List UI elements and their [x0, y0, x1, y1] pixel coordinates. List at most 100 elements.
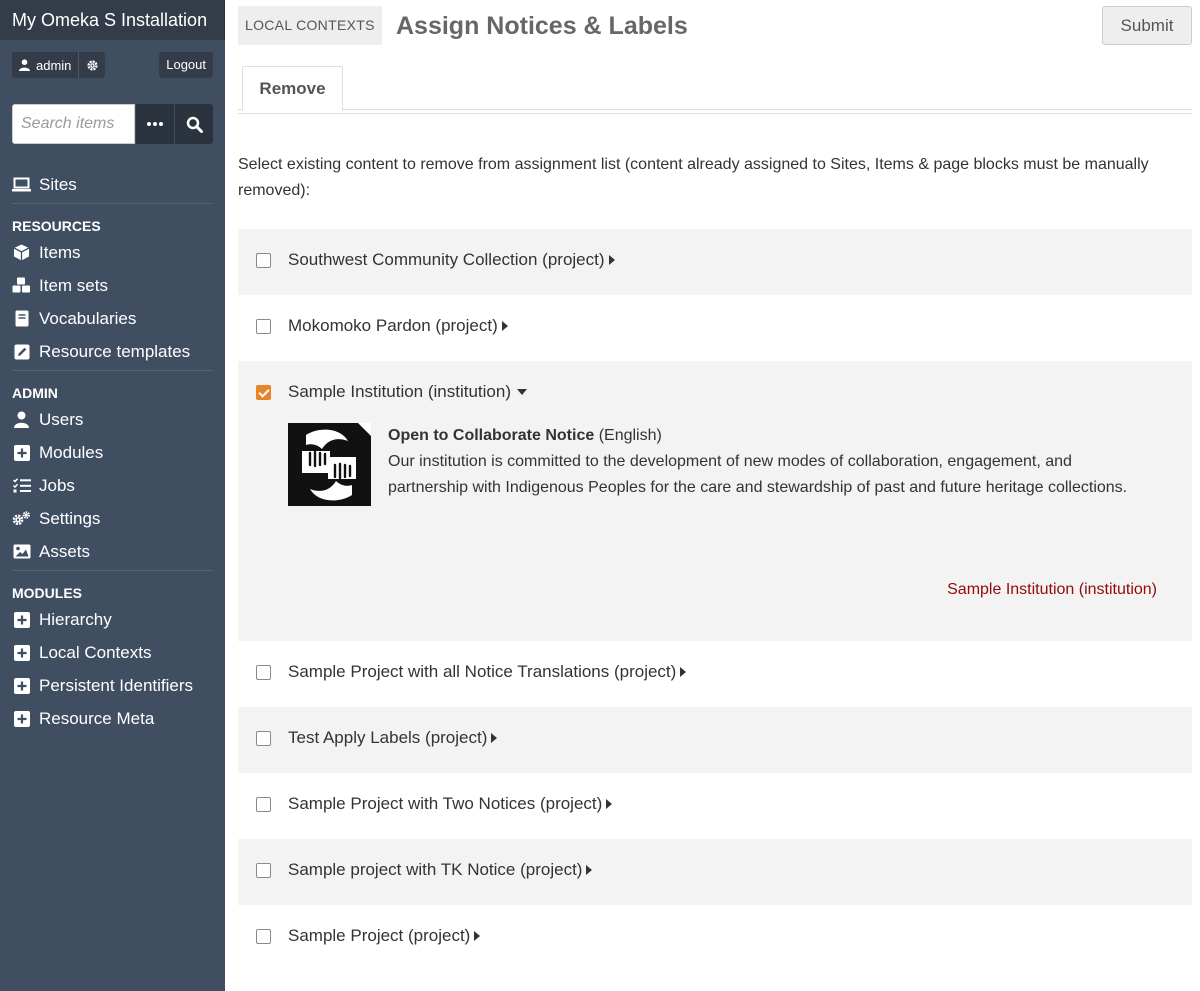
project-toggle[interactable]: Sample Project (project) [288, 926, 481, 946]
nav-heading-resources: RESOURCES [12, 218, 101, 234]
caret-right-icon [501, 321, 508, 331]
sidebar-item-hierarchy[interactable]: Hierarchy [12, 603, 213, 636]
sidebar-item-label: Persistent Identifiers [39, 675, 194, 695]
project-toggle[interactable]: Sample project with TK Notice (project) [288, 860, 593, 880]
project-toggle[interactable]: Sample Project with all Notice Translati… [288, 662, 687, 682]
sidebar-item-vocabularies[interactable]: Vocabularies [12, 302, 213, 335]
search-submit-button[interactable] [174, 104, 213, 144]
ellipsis-icon [147, 122, 163, 126]
project-label: Sample Project with all Notice Translati… [288, 662, 677, 681]
sidebar-item-label: Jobs [39, 475, 75, 495]
submit-button[interactable]: Submit [1102, 6, 1192, 45]
project-label: Mokomoko Pardon (project) [288, 316, 498, 335]
user-settings-button[interactable] [79, 52, 105, 78]
notice-description: Our institution is committed to the deve… [388, 453, 1128, 496]
sidebar-item-persistent-identifiers[interactable]: Persistent Identifiers [12, 669, 213, 702]
project-checkbox[interactable] [256, 665, 271, 680]
list-item: Sample Institution (institution) Open to… [238, 361, 1192, 641]
list-item: Sample project with TK Notice (project) [238, 839, 1192, 905]
user-icon [12, 411, 31, 428]
caret-right-icon [586, 865, 593, 875]
user-name: admin [36, 57, 72, 73]
sidebar-item-modules[interactable]: Modules [12, 436, 213, 469]
caret-right-icon [474, 931, 481, 941]
project-label: Southwest Community Collection (project) [288, 250, 605, 269]
sidebar-item-label: Sites [39, 174, 77, 194]
sidebar-item-label: Local Contexts [39, 642, 152, 662]
project-list: Southwest Community Collection (project)… [238, 229, 1192, 971]
list-item: Southwest Community Collection (project) [238, 229, 1192, 295]
list-item: Mokomoko Pardon (project) [238, 295, 1192, 361]
sidebar-item-local-contexts[interactable]: Local Contexts [12, 636, 213, 669]
sidebar-item-resource-templates[interactable]: Resource templates [12, 335, 213, 368]
sidebar-item-label: Items [39, 242, 81, 262]
sidebar-nav: Sites RESOURCES Items Item sets Vocabula… [12, 168, 213, 735]
cogs-icon [12, 511, 31, 527]
project-toggle[interactable]: Sample Project with Two Notices (project… [288, 794, 613, 814]
sidebar-item-assets[interactable]: Assets [12, 535, 213, 568]
plus-square-icon [12, 444, 31, 461]
nav-heading-modules: MODULES [12, 585, 82, 601]
notice-text: Open to Collaborate Notice (English) Our… [388, 423, 1148, 501]
edit-icon [12, 344, 31, 360]
project-label: Sample Institution (institution) [288, 382, 511, 401]
project-checkbox[interactable] [256, 385, 271, 400]
sidebar-item-label: Users [39, 409, 84, 429]
installation-title[interactable]: My Omeka S Installation [0, 0, 225, 40]
page-header: LOCAL CONTEXTS Assign Notices & Labels S… [238, 0, 1192, 52]
sidebar-item-settings[interactable]: Settings [12, 502, 213, 535]
nav-divider [12, 570, 213, 571]
sidebar-item-items[interactable]: Items [12, 236, 213, 269]
sidebar-item-label: Resource Meta [39, 708, 155, 728]
book-icon [12, 310, 31, 327]
module-badge: LOCAL CONTEXTS [238, 6, 382, 45]
sidebar-item-jobs[interactable]: Jobs [12, 469, 213, 502]
caret-right-icon [608, 255, 615, 265]
page-title: Assign Notices & Labels [396, 12, 688, 40]
list-item: Sample Project with all Notice Translati… [238, 641, 1192, 707]
project-toggle[interactable]: Mokomoko Pardon (project) [288, 316, 508, 336]
sidebar-item-label: Settings [39, 508, 101, 528]
laptop-icon [12, 177, 31, 193]
sidebar-item-resource-meta[interactable]: Resource Meta [12, 702, 213, 735]
search-input[interactable] [12, 104, 135, 144]
list-item: Test Apply Labels (project) [238, 707, 1192, 773]
project-checkbox[interactable] [256, 797, 271, 812]
advanced-search-button[interactable] [135, 104, 174, 144]
project-source-link[interactable]: Sample Institution (institution) [947, 581, 1157, 599]
sidebar: My Omeka S Installation admin Logout Sit… [0, 0, 225, 991]
project-label: Sample Project (project) [288, 926, 471, 945]
project-checkbox[interactable] [256, 731, 271, 746]
plus-square-icon [12, 644, 31, 661]
cubes-icon [12, 277, 31, 294]
project-checkbox[interactable] [256, 319, 271, 334]
sidebar-item-label: Hierarchy [39, 609, 112, 629]
user-icon [19, 59, 30, 71]
project-checkbox[interactable] [256, 863, 271, 878]
project-checkbox[interactable] [256, 253, 271, 268]
list-item: Sample Project (project) [238, 905, 1192, 971]
sidebar-item-sites[interactable]: Sites [12, 168, 213, 201]
project-toggle[interactable]: Southwest Community Collection (project) [288, 250, 615, 270]
nav-divider [12, 203, 213, 204]
main-content: LOCAL CONTEXTS Assign Notices & Labels S… [238, 0, 1192, 971]
section-tabs: Remove [238, 52, 1192, 114]
sidebar-item-item-sets[interactable]: Item sets [12, 269, 213, 302]
project-checkbox[interactable] [256, 929, 271, 944]
sidebar-item-label: Assets [39, 541, 91, 561]
sidebar-item-users[interactable]: Users [12, 403, 213, 436]
caret-right-icon [606, 799, 613, 809]
plus-square-icon [12, 710, 31, 727]
plus-square-icon [12, 611, 31, 628]
notice-title: Open to Collaborate Notice [388, 427, 595, 444]
tab-remove[interactable]: Remove [242, 66, 343, 111]
user-pill: admin [12, 52, 106, 78]
project-toggle[interactable]: Test Apply Labels (project) [288, 728, 498, 748]
logout-button[interactable]: Logout [159, 52, 213, 78]
nav-divider [12, 370, 213, 371]
sidebar-item-label: Item sets [39, 275, 108, 295]
user-link[interactable]: admin [12, 52, 80, 78]
plus-square-icon [12, 677, 31, 694]
project-toggle[interactable]: Sample Institution (institution) [288, 382, 527, 402]
project-label: Sample project with TK Notice (project) [288, 860, 583, 879]
